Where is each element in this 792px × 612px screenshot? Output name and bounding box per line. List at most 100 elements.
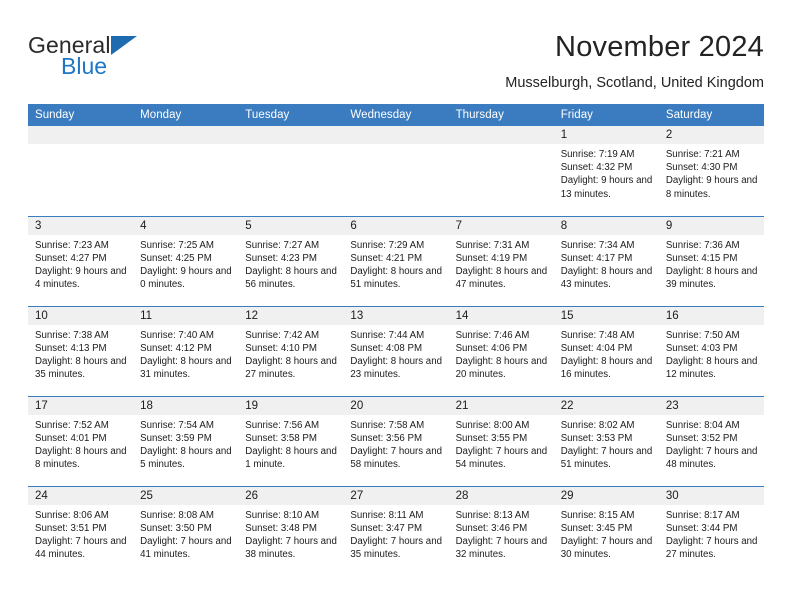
calendar-day-cell[interactable]: 1 Sunrise: 7:19 AM Sunset: 4:32 PM Daylight…	[553, 126, 659, 216]
calendar-day-cell[interactable]: 5 Sunrise: 7:27 AM Sunset: 4:23 PM Daylight…	[238, 215, 344, 306]
calendar-day-cell[interactable]: 25 Sunrise: 8:08 AM Sunset: 3:50 PM Dayligh…	[133, 485, 239, 576]
calendar-day-cell[interactable]: 10 Sunrise: 7:38 AM Sunset: 4:13 PM Dayligh…	[28, 305, 134, 396]
weekday-header-monday: Monday	[133, 104, 239, 126]
sunset-text: Sunset: 3:47 PM	[350, 522, 423, 534]
calendar-day-cell[interactable]: 4 Sunrise: 7:25 AM Sunset: 4:25 PM Daylight…	[133, 215, 239, 306]
calendar-day-cell[interactable]: 23 Sunrise: 8:04 AM Sunset: 3:52 PM Dayligh…	[658, 395, 764, 486]
calendar-day-cell[interactable]: 28 Sunrise: 8:13 AM Sunset: 3:46 PM Dayligh…	[448, 485, 554, 576]
day-details: Sunrise: 8:17 AM Sunset: 3:44 PM Daylight:…	[659, 505, 764, 562]
calendar-day-cell[interactable]: 18 Sunrise: 7:54 AM Sunset: 3:59 PM Dayligh…	[133, 395, 239, 486]
sunrise-text: Sunrise: 7:29 AM	[350, 239, 425, 251]
day-details: Sunrise: 7:19 AM Sunset: 4:32 PM Daylight:…	[554, 144, 659, 201]
general-blue-logo: General Blue	[28, 32, 258, 92]
day-details: Sunrise: 7:58 AM Sunset: 3:56 PM Daylight:…	[343, 415, 448, 472]
calendar-day-cell[interactable]: 6 Sunrise: 7:29 AM Sunset: 4:21 PM Daylight…	[343, 215, 449, 306]
daylight-text: Daylight: 7 hours and 27 minutes.	[665, 535, 758, 561]
calendar-day-cell[interactable]: 16 Sunrise: 7:50 AM Sunset: 4:03 PM Dayligh…	[658, 305, 764, 396]
sunset-text: Sunset: 3:50 PM	[140, 522, 212, 534]
weekday-header-saturday: Saturday	[658, 104, 764, 126]
calendar-day-cell[interactable]: 20 Sunrise: 7:58 AM Sunset: 3:56 PM Dayligh…	[343, 395, 449, 486]
calendar-day-cell[interactable]: 15 Sunrise: 7:48 AM Sunset: 4:04 PM Dayligh…	[553, 305, 659, 396]
sunset-text: Sunset: 4:04 PM	[560, 342, 633, 354]
sunset-text: Sunset: 4:10 PM	[245, 342, 317, 354]
sunset-text: Sunset: 3:46 PM	[455, 522, 528, 534]
calendar-cell-empty	[28, 126, 134, 216]
calendar-day-cell[interactable]: 17 Sunrise: 7:52 AM Sunset: 4:01 PM Dayligh…	[28, 395, 134, 486]
calendar-header-row: Sunday Monday Tuesday Wednesday Thursday Frid…	[28, 104, 764, 126]
day-details: Sunrise: 7:50 AM Sunset: 4:03 PM Daylight:…	[659, 325, 764, 382]
day-details: Sunrise: 7:42 AM Sunset: 4:10 PM Daylight:…	[238, 325, 343, 382]
calendar-week-row: 24 Sunrise: 8:06 AM Sunset: 3:51 PM Dayligh…	[28, 485, 764, 576]
sunrise-text: Sunrise: 7:40 AM	[140, 329, 214, 341]
page-subtitle: Musselburgh, Scotland, United Kingdom	[505, 75, 764, 91]
page-header: General Blue November 2024 Musselburgh, …	[28, 30, 764, 96]
calendar-week-row: 1 Sunrise: 7:19 AM Sunset: 4:32 PM Daylight…	[28, 126, 764, 216]
day-number: 26	[238, 486, 344, 505]
calendar-day-cell[interactable]: 22 Sunrise: 8:02 AM Sunset: 3:53 PM Dayligh…	[553, 395, 659, 486]
calendar-day-cell[interactable]: 21 Sunrise: 8:00 AM Sunset: 3:55 PM Dayligh…	[448, 395, 554, 486]
sunrise-text: Sunrise: 7:46 AM	[455, 329, 530, 341]
sunset-text: Sunset: 3:55 PM	[455, 432, 528, 444]
sunrise-text: Sunrise: 7:19 AM	[560, 149, 635, 160]
sunrise-text: Sunrise: 7:56 AM	[245, 419, 320, 431]
daylight-text: Daylight: 7 hours and 41 minutes.	[140, 535, 232, 561]
calendar-day-cell[interactable]: 3 Sunrise: 7:23 AM Sunset: 4:27 PM Daylight…	[28, 215, 134, 306]
day-details: Sunrise: 7:56 AM Sunset: 3:58 PM Daylight:…	[238, 415, 343, 472]
day-details: Sunrise: 7:52 AM Sunset: 4:01 PM Daylight:…	[28, 415, 133, 472]
day-number: 6	[343, 216, 449, 235]
calendar-day-cell[interactable]: 30 Sunrise: 8:17 AM Sunset: 3:44 PM Dayligh…	[658, 485, 764, 576]
day-details: Sunrise: 7:54 AM Sunset: 3:59 PM Daylight:…	[133, 415, 238, 472]
daylight-text: Daylight: 8 hours and 1 minute.	[245, 445, 337, 471]
sunrise-text: Sunrise: 7:38 AM	[35, 329, 109, 341]
day-number: 19	[238, 396, 344, 415]
calendar-cell-empty	[448, 126, 554, 216]
day-number: 20	[343, 396, 449, 415]
calendar-day-cell[interactable]: 12 Sunrise: 7:42 AM Sunset: 4:10 PM Dayligh…	[238, 305, 344, 396]
day-number: 28	[448, 486, 554, 505]
calendar-day-cell[interactable]: 26 Sunrise: 8:10 AM Sunset: 3:48 PM Dayligh…	[238, 485, 344, 576]
sunrise-text: Sunrise: 8:06 AM	[35, 509, 109, 521]
day-details: Sunrise: 7:31 AM Sunset: 4:19 PM Daylight:…	[449, 235, 554, 292]
sunset-text: Sunset: 3:48 PM	[245, 522, 317, 534]
day-details: Sunrise: 8:11 AM Sunset: 3:47 PM Daylight:…	[343, 505, 448, 562]
sunset-text: Sunset: 4:32 PM	[560, 162, 633, 174]
day-number: 1	[553, 126, 659, 144]
calendar-day-cell[interactable]: 7 Sunrise: 7:31 AM Sunset: 4:19 PM Daylight…	[448, 215, 554, 306]
day-number	[343, 126, 449, 144]
calendar-day-cell[interactable]: 11 Sunrise: 7:40 AM Sunset: 4:12 PM Dayligh…	[133, 305, 239, 396]
calendar-day-cell[interactable]: 27 Sunrise: 8:11 AM Sunset: 3:47 PM Dayligh…	[343, 485, 449, 576]
day-number: 24	[28, 486, 134, 505]
calendar-day-cell[interactable]: 24 Sunrise: 8:06 AM Sunset: 3:51 PM Dayligh…	[28, 485, 134, 576]
sunrise-text: Sunrise: 8:00 AM	[455, 419, 530, 431]
day-number: 16	[658, 306, 764, 325]
day-details: Sunrise: 7:36 AM Sunset: 4:15 PM Daylight:…	[659, 235, 764, 292]
sunrise-text: Sunrise: 7:54 AM	[140, 419, 214, 431]
daylight-text: Daylight: 9 hours and 8 minutes.	[665, 175, 758, 200]
calendar-day-cell[interactable]: 13 Sunrise: 7:44 AM Sunset: 4:08 PM Dayligh…	[343, 305, 449, 396]
day-number: 21	[448, 396, 554, 415]
sunrise-text: Sunrise: 8:04 AM	[665, 419, 740, 431]
calendar-day-cell[interactable]: 19 Sunrise: 7:56 AM Sunset: 3:58 PM Dayligh…	[238, 395, 344, 486]
sunrise-text: Sunrise: 8:15 AM	[560, 509, 635, 521]
sunset-text: Sunset: 4:17 PM	[560, 252, 633, 264]
calendar-day-cell[interactable]: 8 Sunrise: 7:34 AM Sunset: 4:17 PM Daylight…	[553, 215, 659, 306]
sunrise-text: Sunrise: 7:31 AM	[455, 239, 530, 251]
calendar-day-cell[interactable]: 9 Sunrise: 7:36 AM Sunset: 4:15 PM Daylight…	[658, 215, 764, 306]
day-details: Sunrise: 7:29 AM Sunset: 4:21 PM Daylight:…	[343, 235, 448, 292]
sunset-text: Sunset: 3:59 PM	[140, 432, 212, 444]
daylight-text: Daylight: 8 hours and 8 minutes.	[35, 445, 127, 471]
sunset-text: Sunset: 4:19 PM	[455, 252, 528, 264]
day-details: Sunrise: 7:25 AM Sunset: 4:25 PM Daylight:…	[133, 235, 238, 292]
calendar-day-cell[interactable]: 2 Sunrise: 7:21 AM Sunset: 4:30 PM Daylight…	[658, 126, 764, 216]
day-details: Sunrise: 7:44 AM Sunset: 4:08 PM Daylight:…	[343, 325, 448, 382]
sunrise-text: Sunrise: 7:50 AM	[665, 329, 740, 341]
sunset-text: Sunset: 4:23 PM	[245, 252, 317, 264]
day-number	[448, 126, 554, 144]
day-number: 12	[238, 306, 344, 325]
daylight-text: Daylight: 8 hours and 35 minutes.	[35, 355, 127, 381]
calendar-table: Sunday Monday Tuesday Wednesday Thursday Frid…	[28, 104, 764, 576]
day-number	[28, 126, 134, 144]
calendar-day-cell[interactable]: 14 Sunrise: 7:46 AM Sunset: 4:06 PM Dayligh…	[448, 305, 554, 396]
calendar-day-cell[interactable]: 29 Sunrise: 8:15 AM Sunset: 3:45 PM Dayligh…	[553, 485, 659, 576]
day-number: 14	[448, 306, 554, 325]
